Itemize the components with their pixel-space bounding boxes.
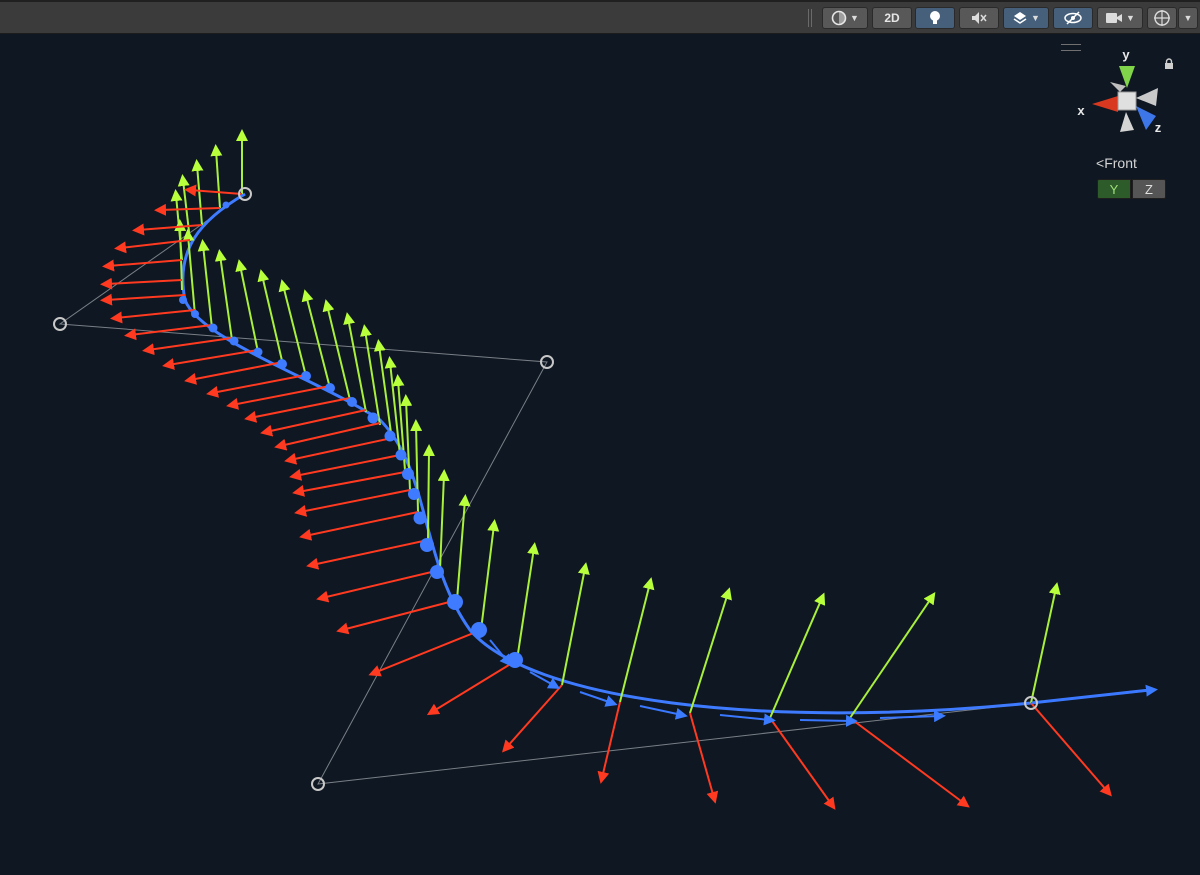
forward-vectors (489, 639, 1158, 727)
camera-icon (1106, 13, 1123, 23)
up-vectors (170, 129, 1061, 719)
scene-toolbar: ▼ 2D ▼ ▼ ▼ (0, 0, 1200, 34)
chevron-down-icon: ▼ (1126, 13, 1135, 23)
shading-mode-button[interactable]: ▼ (822, 7, 868, 29)
z-axis-cone[interactable] (1136, 106, 1156, 130)
spline-curve (181, 192, 1151, 715)
scene-visibility-button[interactable] (1053, 7, 1093, 29)
bezier-handles (58, 193, 1032, 785)
axis-z-toggle[interactable]: Z (1132, 179, 1166, 199)
toggle-2d-label: 2D (884, 11, 900, 25)
toggle-2d-button[interactable]: 2D (872, 7, 912, 29)
audio-mute-icon (972, 12, 987, 24)
view-name: Front (1104, 155, 1137, 171)
toolbar-grip (808, 9, 809, 27)
effects-toggle-button[interactable]: ▼ (1003, 7, 1049, 29)
chevron-down-icon: ▼ (1183, 13, 1193, 23)
scene-visibility-icon (1064, 11, 1082, 25)
chevron-down-icon: ▼ (1031, 13, 1040, 23)
camera-settings-button[interactable]: ▼ (1097, 7, 1143, 29)
gizmos-dropdown-button[interactable]: ▼ (1178, 7, 1198, 29)
toolbar-grip (811, 9, 812, 27)
scene-viewport[interactable] (0, 34, 1200, 875)
audio-toggle-button[interactable] (959, 7, 999, 29)
chevron-down-icon: ▼ (850, 13, 859, 23)
control-points[interactable] (53, 187, 1038, 791)
sample-points (179, 201, 523, 668)
lightbulb-icon (930, 11, 940, 24)
y-axis-cone[interactable] (1119, 66, 1135, 88)
orientation-gizmo[interactable]: y x z (1070, 44, 1180, 144)
perspective-icon: < (1096, 155, 1105, 171)
gizmo-x-label: x (1077, 103, 1085, 118)
lighting-toggle-button[interactable] (915, 7, 955, 29)
gizmos-toggle-button[interactable] (1147, 7, 1177, 29)
view-projection-label[interactable]: <Front (1096, 155, 1137, 171)
gizmo-z-label: z (1155, 120, 1162, 135)
x-axis-cone[interactable] (1092, 96, 1118, 112)
gizmo-y-label: y (1122, 47, 1130, 62)
axis-y-toggle[interactable]: Y (1097, 179, 1131, 199)
effects-layers-icon (1013, 12, 1027, 24)
gizmos-icon (1154, 10, 1170, 26)
shading-sphere-icon (831, 10, 847, 26)
right-vectors (100, 184, 1112, 810)
